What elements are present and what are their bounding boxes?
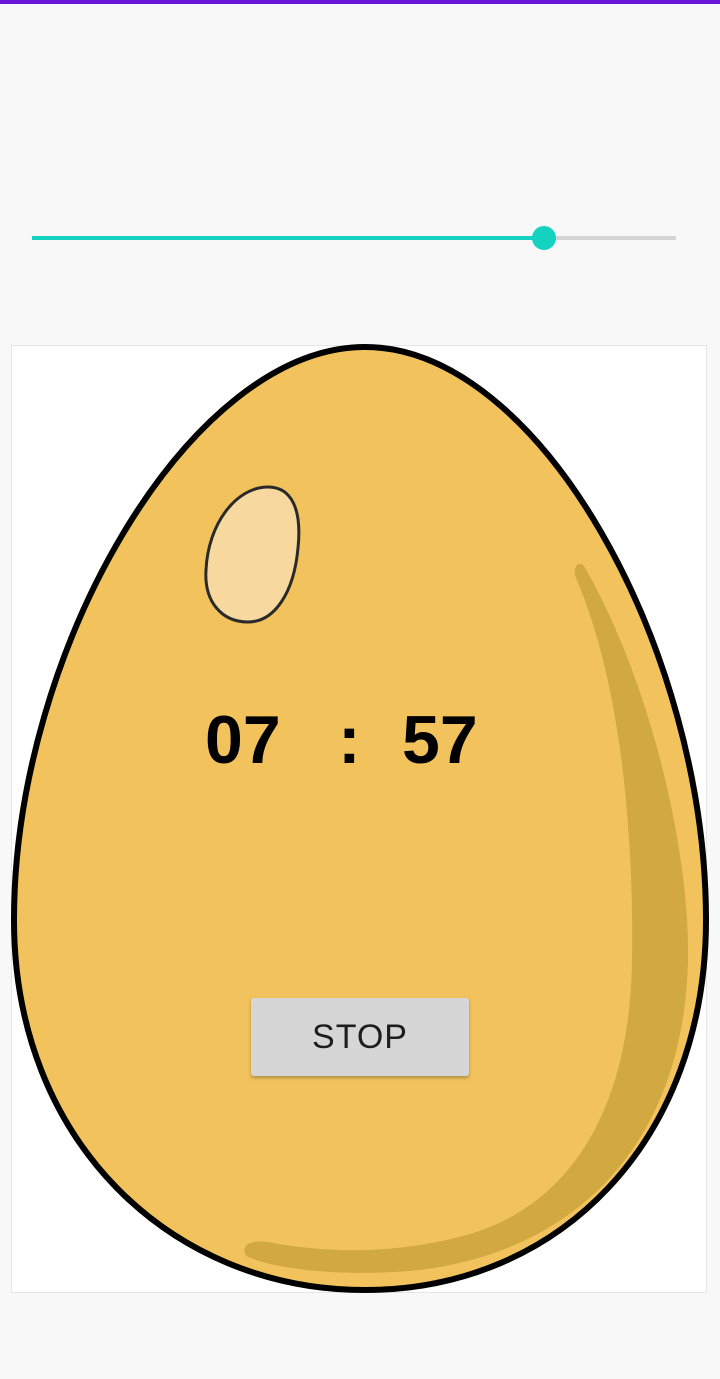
- timer-separator: :: [338, 702, 361, 778]
- timer-minutes: 07: [205, 702, 281, 778]
- egg-image: [10, 343, 710, 1294]
- timer-display: 07 : 57: [0, 700, 720, 780]
- timer-seconds: 57: [402, 702, 478, 778]
- stop-button[interactable]: STOP: [251, 998, 469, 1076]
